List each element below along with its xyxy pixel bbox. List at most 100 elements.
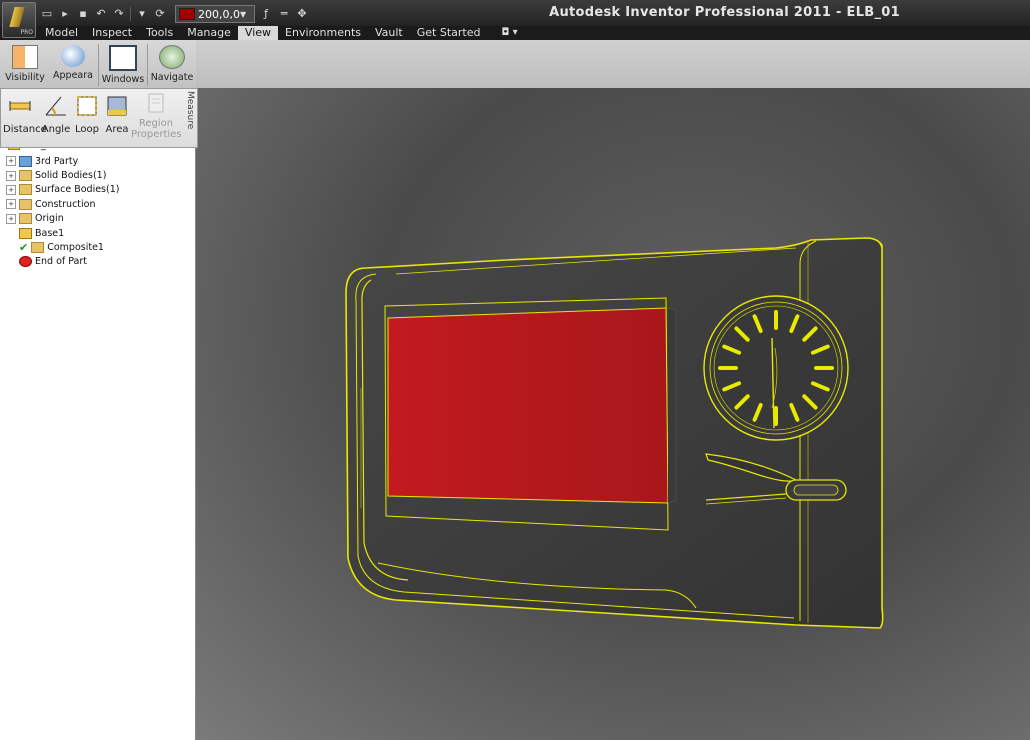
region-properties-button[interactable]: Region Properties [131, 91, 182, 140]
save-icon[interactable]: ▪ [76, 7, 90, 21]
browser-item[interactable]: + Surface Bodies(1) [6, 183, 119, 197]
quick-access-toolbar: ▭ ▸ ▪ ↶ ↷ ▾ ⟳ 200,0,0 ▼ ƒ ═ ✥ [40, 5, 309, 23]
measure-distance-button[interactable]: Distance [3, 93, 47, 135]
angle-icon [45, 96, 66, 116]
graphics-viewport[interactable] [196, 88, 1030, 740]
browser-item[interactable]: + Construction [6, 197, 119, 211]
region-properties-icon [148, 93, 164, 113]
measure-panel: Distance Angle Loop Area Region Properti… [0, 88, 198, 148]
inventor-logo-icon [9, 7, 25, 27]
panel-separator [147, 44, 148, 86]
ribbon-tabs: Model Inspect Tools Manage View Environments V… [38, 26, 518, 40]
tab-get-started[interactable]: Get Started [410, 26, 488, 40]
ribbon-empty-area [196, 40, 1030, 88]
tab-tools[interactable]: Tools [139, 26, 180, 40]
expand-icon[interactable]: + [6, 156, 16, 167]
title-bar: ▭ ▸ ▪ ↶ ↷ ▾ ⟳ 200,0,0 ▼ ƒ ═ ✥ Autodesk I… [0, 0, 1030, 26]
browser-item-label: Construction [35, 198, 96, 210]
model-browser: ELB_01 +3rd Party+Solid Bodies(1)+Surfac… [0, 140, 196, 740]
loop-label: Loop [75, 124, 99, 135]
base-feature-icon [19, 227, 32, 239]
browser-item-label: Solid Bodies(1) [35, 170, 107, 182]
expand-icon[interactable]: + [6, 184, 16, 195]
distance-icon [9, 101, 31, 111]
tab-model[interactable]: Model [38, 26, 85, 40]
browser-item[interactable]: +3rd Party [6, 154, 119, 168]
measure-panel-label: Measure [185, 91, 195, 130]
loop-icon [77, 96, 97, 116]
windows-icon [109, 45, 137, 71]
visibility-button[interactable]: Visibility [2, 42, 48, 86]
surface-bodies-icon [19, 184, 32, 196]
display-screen [384, 297, 677, 531]
redo-icon[interactable]: ↷ [112, 7, 126, 21]
browser-item-label: End of Part [35, 256, 88, 268]
open-icon[interactable]: ▸ [58, 7, 72, 21]
distance-label: Distance [3, 124, 47, 135]
dial-knob [703, 295, 849, 441]
move-icon[interactable]: ✥ [295, 7, 309, 21]
color-value: 200,0,0 [198, 7, 240, 21]
browser-item-label: 3rd Party [35, 155, 79, 167]
model-graphics [345, 237, 884, 629]
folder-icon [19, 213, 32, 225]
browser-item[interactable]: Base1 [6, 226, 119, 240]
area-icon [107, 96, 127, 116]
appearance-icon [61, 45, 85, 67]
tab-inspect[interactable]: Inspect [85, 26, 139, 40]
region-properties-label-1: Region [138, 118, 174, 129]
folder-icon [19, 198, 32, 210]
expand-icon[interactable]: + [6, 213, 16, 224]
tab-environments[interactable]: Environments [278, 26, 368, 40]
navigate-button[interactable]: Navigate [149, 42, 195, 86]
windows-button[interactable]: Windows [100, 42, 146, 86]
check-icon: ✔ [19, 241, 29, 255]
tree-line [6, 261, 16, 262]
undo-icon[interactable]: ↶ [94, 7, 108, 21]
navigate-icon [159, 45, 185, 69]
angle-label: Angle [41, 124, 71, 135]
solid-bodies-icon [19, 170, 32, 182]
browser-item[interactable]: + Solid Bodies(1) [6, 168, 119, 182]
toolbar-separator [130, 7, 131, 21]
application-menu-button[interactable]: PRO [2, 2, 36, 38]
select-icon[interactable]: ▾ [135, 7, 149, 21]
measure-area-button[interactable]: Area [103, 93, 131, 135]
browser-item-label: Composite1 [47, 242, 104, 254]
measure-angle-button[interactable]: Angle [41, 93, 71, 135]
fx-icon[interactable]: ƒ [259, 7, 273, 21]
appearance-label: Appeara [53, 70, 93, 81]
browser-item[interactable]: End of Part [6, 255, 119, 269]
window-title: Autodesk Inventor Professional 2011 - EL… [549, 5, 900, 20]
appearance-button[interactable]: Appeara [50, 42, 96, 86]
camera-dropdown-icon[interactable]: ◘ ▾ [501, 26, 517, 40]
end-of-part-icon [19, 256, 32, 268]
color-override-dropdown[interactable]: 200,0,0 ▼ [175, 5, 255, 23]
browser-item-label: Origin [35, 213, 64, 225]
tree-line [6, 233, 16, 234]
color-swatch [179, 8, 195, 20]
expand-icon[interactable]: + [6, 170, 16, 181]
new-icon[interactable]: ▭ [40, 7, 54, 21]
tab-manage[interactable]: Manage [180, 26, 238, 40]
tab-view[interactable]: View [237, 26, 279, 40]
tree-line [6, 247, 16, 248]
area-label: Area [105, 124, 129, 135]
browser-item-label: Surface Bodies(1) [35, 184, 120, 196]
measure-loop-button[interactable]: Loop [73, 93, 101, 135]
line-weight-icon[interactable]: ═ [277, 7, 291, 21]
update-icon[interactable]: ⟳ [153, 7, 167, 21]
pro-badge: PRO [20, 29, 33, 36]
composite-icon [31, 242, 45, 254]
ribbon-tab-bar: Model Inspect Tools Manage View Environments V… [0, 26, 1030, 40]
visibility-label: Visibility [5, 72, 45, 83]
tab-vault[interactable]: Vault [368, 26, 410, 40]
chevron-down-icon: ▼ [240, 9, 247, 19]
browser-item[interactable]: + Origin [6, 212, 119, 226]
expand-icon[interactable]: + [6, 199, 16, 210]
browser-item[interactable]: ✔ Composite1 [6, 240, 119, 254]
navigate-label: Navigate [150, 72, 194, 83]
third-party-icon [19, 155, 32, 167]
browser-item-label: Base1 [35, 227, 65, 239]
panel-separator [98, 44, 99, 86]
